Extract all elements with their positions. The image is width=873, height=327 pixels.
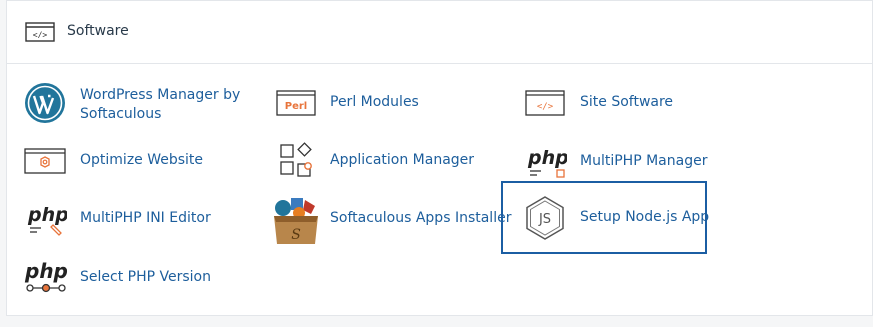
application-manager-label: Application Manager: [330, 152, 475, 168]
perl-modules-label: Perl Modules: [330, 94, 419, 110]
php-version-icon-text: php: [24, 259, 68, 283]
php-version-icon: php: [24, 258, 70, 302]
multiphp-manager-link[interactable]: php MultiPHP Manager: [527, 144, 707, 184]
php-manager-icon-text: php: [527, 147, 567, 169]
svg-text:S: S: [291, 227, 301, 243]
multiphp-manager-label: MultiPHP Manager: [580, 153, 708, 169]
wordpress-icon: [24, 82, 66, 128]
optimize-website-link[interactable]: Optimize Website: [24, 144, 224, 178]
svg-text:JS: JS: [538, 212, 551, 227]
multiphp-ini-editor-label: MultiPHP INI Editor: [80, 210, 211, 226]
setup-nodejs-app-label: Setup Node.js App: [580, 209, 710, 225]
wordpress-manager-label: WordPress Manager by Softaculous: [80, 86, 240, 124]
php-ini-editor-icon-text: php: [27, 204, 67, 226]
multiphp-ini-editor-link[interactable]: php MultiPHP INI Editor: [27, 201, 227, 241]
svg-text:</>: </>: [33, 31, 48, 40]
softaculous-icon: S: [271, 194, 321, 250]
select-php-version-link[interactable]: php Select PHP Version: [24, 258, 224, 298]
nodejs-icon: JS: [523, 195, 567, 245]
wordpress-manager-label-line1: WordPress Manager by: [80, 87, 241, 103]
perl-modules-link[interactable]: Perl Perl Modules: [276, 86, 466, 120]
site-software-label: Site Software: [580, 94, 674, 110]
application-manager-icon: [278, 142, 316, 184]
optimize-website-label: Optimize Website: [80, 152, 204, 168]
setup-nodejs-app-link[interactable]: JS Setup Node.js App: [523, 195, 709, 241]
softaculous-apps-installer-link[interactable]: S Softaculous Apps Installer: [271, 194, 511, 246]
wordpress-manager-link[interactable]: WordPress Manager by Softaculous: [24, 80, 254, 128]
perl-icon: Perl: [276, 88, 316, 122]
code-window-icon: </>: [525, 88, 565, 122]
perl-icon-text: Perl: [285, 101, 307, 112]
svg-text:</>: </>: [537, 102, 554, 112]
code-window-icon: </>: [25, 22, 55, 46]
application-manager-link[interactable]: Application Manager: [278, 142, 478, 182]
section-title: Software: [67, 23, 129, 39]
select-php-version-label: Select PHP Version: [80, 269, 211, 285]
section-header[interactable]: </> Software: [7, 1, 872, 64]
php-ini-editor-icon: php: [27, 201, 69, 245]
wordpress-manager-label-line2: Softaculous: [80, 106, 162, 122]
softaculous-apps-installer-label: Softaculous Apps Installer: [330, 210, 512, 226]
optimize-gear-icon: [24, 146, 66, 180]
site-software-link[interactable]: </> Site Software: [525, 86, 685, 120]
